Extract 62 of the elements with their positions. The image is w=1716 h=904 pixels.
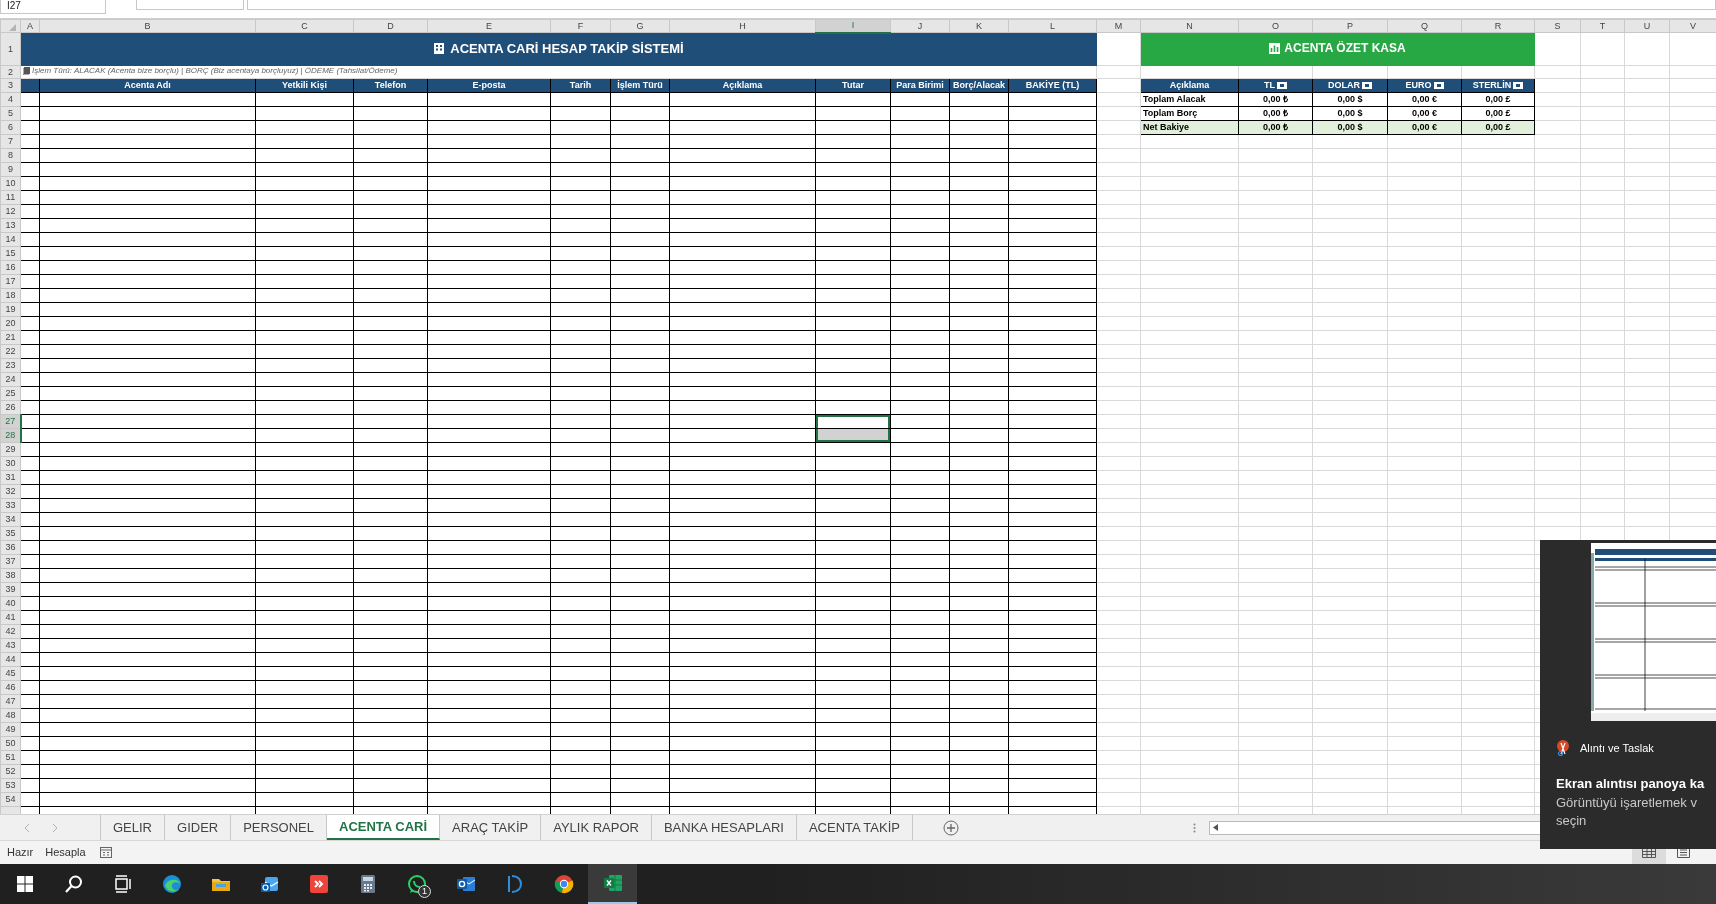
task-view-icon bbox=[112, 874, 133, 894]
spreadsheet-icon bbox=[602, 873, 623, 893]
column-header[interactable]: B bbox=[39, 19, 256, 33]
mail-icon bbox=[259, 874, 280, 894]
remote-desktop-icon bbox=[308, 874, 329, 894]
column-header[interactable]: F bbox=[550, 19, 611, 33]
flag-icon bbox=[1433, 82, 1444, 89]
row-header[interactable]: 1 bbox=[0, 32, 21, 66]
column-header[interactable]: V bbox=[1669, 19, 1716, 33]
sheet-title: ACENTA CARİ HESAP TAKİP SİSTEMİ bbox=[20, 32, 1097, 66]
status-text: Hesapla bbox=[45, 845, 86, 861]
bar-chart-icon bbox=[1269, 42, 1281, 54]
column-header[interactable]: U bbox=[1624, 19, 1670, 33]
column-header[interactable]: J bbox=[890, 19, 950, 33]
browser-icon bbox=[161, 874, 182, 894]
column-header[interactable]: E bbox=[427, 19, 551, 33]
mail-icon bbox=[455, 874, 476, 894]
column-header[interactable]: T bbox=[1580, 19, 1625, 33]
taskbar-button[interactable]: 1 bbox=[392, 864, 441, 904]
column-header[interactable]: N bbox=[1140, 19, 1239, 33]
column-header[interactable]: O bbox=[1238, 19, 1313, 33]
status-text: Hazır bbox=[7, 845, 34, 861]
column-header[interactable]: R bbox=[1461, 19, 1535, 33]
search-icon bbox=[63, 874, 84, 894]
scissors-icon bbox=[1556, 740, 1570, 757]
book-icon bbox=[23, 67, 30, 75]
chrome-icon bbox=[553, 874, 574, 894]
column-header[interactable]: G bbox=[610, 19, 670, 33]
chat-icon bbox=[406, 874, 427, 894]
taskbar-button[interactable] bbox=[588, 864, 637, 904]
summary-title: ACENTA ÖZET KASA bbox=[1140, 32, 1535, 66]
column-header[interactable]: P bbox=[1312, 19, 1388, 33]
column-header[interactable]: C bbox=[255, 19, 354, 33]
function-field[interactable] bbox=[136, 0, 244, 10]
flag-icon bbox=[1277, 82, 1287, 89]
grid-icon bbox=[1642, 848, 1656, 858]
note-text: İşlem Türü: ALACAK (Acenta bize borçlu) | BORÇ (Biz acentaya borçluyuz) | ÖDEME (Tahsilat/Ödeme) bbox=[20, 65, 1097, 79]
notification-title: Ekran alıntısı panoya ka bbox=[1556, 775, 1705, 793]
scroll-left-icon[interactable] bbox=[1212, 824, 1218, 831]
add-sheet-icon[interactable] bbox=[942, 819, 959, 836]
splitter-icon[interactable] bbox=[1192, 822, 1196, 833]
notification-text: Görüntüyü işaretlemek v seçin bbox=[1556, 794, 1697, 830]
app-name: Alıntı ve Taslak bbox=[1580, 741, 1654, 756]
column-header[interactable]: H bbox=[669, 19, 816, 33]
screenshot-toast[interactable]: Alıntı ve Taslak Ekran alıntısı panoya ka Görüntüyü işaretlemek v seçin bbox=[1540, 540, 1716, 849]
windows-icon bbox=[14, 874, 35, 894]
column-header[interactable]: I bbox=[815, 19, 891, 33]
name-box[interactable]: I27 bbox=[0, 0, 106, 14]
column-header[interactable]: K bbox=[949, 19, 1009, 33]
building-icon bbox=[433, 42, 446, 55]
sheet-tab[interactable]: ACENTA CARİ bbox=[327, 815, 441, 840]
column-header[interactable]: M bbox=[1096, 19, 1141, 33]
column-header[interactable]: L bbox=[1008, 19, 1097, 33]
notification-badge: 1 bbox=[418, 885, 431, 898]
column-header[interactable]: D bbox=[353, 19, 428, 33]
column-header[interactable]: Q bbox=[1387, 19, 1462, 33]
formula-field[interactable] bbox=[247, 0, 1716, 10]
flag-icon bbox=[1513, 82, 1524, 89]
column-header[interactable]: S bbox=[1534, 19, 1581, 33]
page-layout-icon[interactable] bbox=[1677, 847, 1690, 858]
accessibility-icon[interactable] bbox=[99, 847, 112, 858]
flag-icon bbox=[1362, 82, 1372, 89]
